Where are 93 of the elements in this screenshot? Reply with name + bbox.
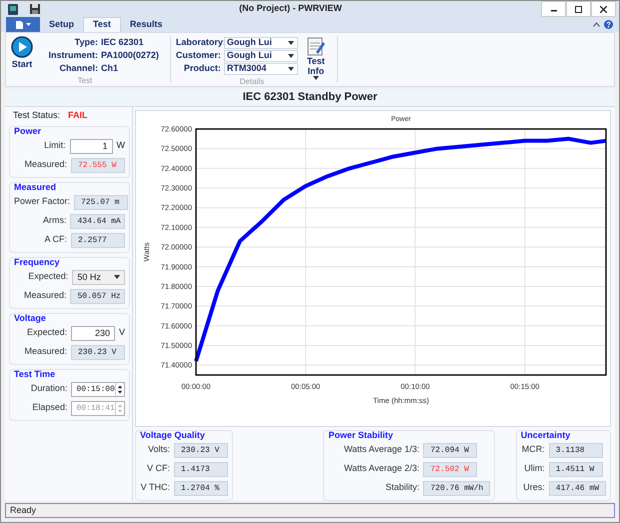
ribbon-tab[interactable]: Results [120, 17, 172, 32]
frequency-dropdown[interactable]: 50 Hz [72, 270, 125, 284]
ribbon-tab[interactable]: Test [83, 17, 121, 32]
notepad-icon [306, 36, 325, 56]
window-title: (No Project) - PWRVIEW [239, 2, 342, 16]
group-title: Uncertainty [520, 430, 572, 440]
input-field[interactable]: 1 [70, 138, 112, 154]
field-label: Elapsed: [31, 401, 68, 414]
file-menu-button[interactable] [6, 17, 40, 32]
field-label: Measured: [22, 289, 68, 302]
field-label: V CF: [146, 462, 171, 476]
readout-field: 50.057 Hz [70, 288, 125, 304]
test-info-button[interactable]: Test Info [304, 36, 328, 80]
unit-label: W [116, 139, 125, 152]
field-label: V THC: [140, 481, 171, 494]
close-icon [600, 6, 607, 12]
field-label: Measured: [23, 345, 68, 358]
readout-field: 2.2577 [71, 232, 125, 248]
app-icon [8, 4, 18, 14]
details-label: Customer: [176, 48, 222, 62]
readout-field: 230.23 V [71, 344, 125, 360]
readout-field: 720.76 mW/h [423, 480, 490, 496]
details-combobox[interactable]: RTM3004 [224, 62, 298, 74]
group-title: Power Stability [327, 430, 394, 440]
maximize-icon [575, 6, 582, 12]
group-title: Voltage [13, 312, 47, 324]
field-label: Watts Average 1/3: [342, 443, 420, 456]
details-combobox[interactable]: Gough Lui [224, 36, 298, 48]
info-label: Channel: [58, 62, 99, 75]
ribbon-tab[interactable]: Setup [40, 17, 84, 32]
page-heading: IEC 62301 Standby Power [242, 90, 378, 105]
field-label: Duration: [30, 382, 68, 396]
readout-field: 230.23 V [174, 442, 228, 458]
status-label: Test Status: [13, 108, 60, 122]
group-title: Measured [13, 182, 58, 192]
field-label: Ulim: [523, 462, 546, 476]
info-value: IEC 62301 [101, 36, 144, 49]
field-label: Ures: [522, 481, 546, 494]
field-label: MCR: [520, 443, 546, 456]
group-title: Voltage Quality [139, 430, 206, 440]
readout-field: 72.094 W [423, 442, 478, 458]
info-label: Instrument: [48, 48, 99, 62]
time-spinner[interactable]: 00:15:00 [71, 382, 125, 396]
details-label: Laboratory: [176, 36, 224, 49]
field-label: Measured: [23, 158, 68, 172]
save-icon[interactable] [30, 4, 40, 14]
caret-icon [288, 66, 294, 70]
group-caption: Details [240, 76, 264, 88]
field-label: Limit: [43, 139, 67, 152]
group-title: Test Time [13, 368, 56, 380]
field-label: A CF: [43, 233, 68, 246]
caret-icon [26, 23, 30, 26]
status-text: Ready [10, 504, 36, 517]
group-title: Frequency [13, 256, 61, 268]
play-icon [11, 36, 33, 58]
readout-field: 1.4173 [174, 462, 228, 476]
details-label: Product: [182, 62, 222, 75]
readout-field: 434.64 mA [70, 214, 125, 228]
details-combobox[interactable]: Gough Lui [224, 50, 298, 62]
readout-field: 1.4511 W [548, 462, 603, 476]
field-label: Expected: [27, 270, 70, 284]
unit-label: V [118, 326, 125, 340]
field-label: Arms: [42, 214, 68, 228]
group-title: Power [13, 126, 42, 136]
info-label: Type: [74, 36, 99, 49]
group-caption: Test [78, 75, 92, 87]
caret-icon [312, 76, 319, 80]
readout-field: 725.07 m [74, 194, 128, 210]
document-icon [16, 20, 22, 28]
info-value: PA1000(0272) [101, 48, 159, 62]
field-label: Expected: [26, 326, 68, 340]
chevron-down-icon [114, 275, 120, 279]
field-label: Watts Average 2/3: [342, 462, 420, 476]
field-label: Stability: [384, 481, 420, 494]
collapse-ribbon-icon[interactable] [593, 22, 600, 27]
readout-field: 1.2704 % [174, 480, 228, 496]
help-icon[interactable] [604, 20, 613, 29]
caret-icon [288, 54, 294, 58]
maximize-button[interactable] [566, 1, 591, 17]
field-label: Volts: [146, 443, 171, 456]
readout-field: 417.46 mW [548, 480, 606, 496]
minimize-button[interactable] [541, 1, 566, 17]
readout-field: 3.1138 [548, 442, 603, 458]
field-label: Power Factor: [14, 195, 72, 208]
caret-icon [288, 40, 294, 44]
info-value: Ch1 [101, 62, 118, 75]
readout-field: 72.555 W [71, 158, 125, 172]
start-button[interactable]: Start [11, 36, 33, 72]
spinner-arrows-icon[interactable] [115, 382, 124, 396]
close-button[interactable] [591, 1, 616, 17]
status-value: FAIL [68, 108, 88, 122]
readout-field: 72.502 W [423, 462, 478, 476]
input-field[interactable]: 230 [71, 326, 115, 340]
